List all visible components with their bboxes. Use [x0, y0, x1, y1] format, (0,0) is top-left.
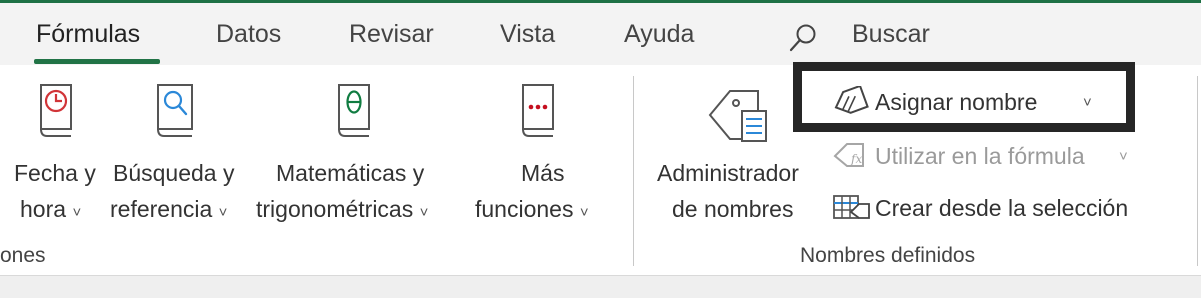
math-trig-line2: trigonométricas ˅: [256, 196, 429, 222]
math-trig-line1: Matemáticas y: [276, 160, 425, 186]
defined-names-group-label: Nombres definidos: [800, 244, 976, 267]
ribbon-bottom-edge: [0, 275, 1201, 298]
name-manager-icon: [706, 83, 772, 149]
grid-tag-icon: [831, 192, 871, 224]
lookup-reference-line2: referencia ˅: [110, 196, 228, 222]
magnifier-book-icon: [155, 83, 195, 139]
active-tab-indicator: [34, 59, 160, 64]
search-icon[interactable]: [786, 21, 820, 55]
use-in-formula-label: Utilizar en la fórmula: [875, 143, 1085, 169]
lookup-reference-line1: Búsqueda y: [113, 160, 235, 186]
chevron-down-icon: ˅: [419, 204, 429, 221]
function-library-group-label: ones: [0, 244, 46, 267]
clock-book-icon: [38, 83, 74, 139]
tab-formulas[interactable]: Fórmulas: [36, 20, 140, 49]
more-functions-line2: funciones ˅: [475, 196, 589, 222]
highlight-box: [793, 62, 1135, 132]
fx-tag-icon: fx: [831, 140, 871, 172]
chevron-down-icon: ˅: [1119, 148, 1128, 165]
group-separator: [633, 76, 634, 266]
group-separator: [1197, 76, 1198, 266]
theta-book-icon: [336, 83, 372, 139]
more-functions-line1: Más: [521, 160, 565, 186]
name-manager-line1: Administrador: [657, 160, 799, 186]
date-time-line1: Fecha y: [14, 160, 96, 186]
tab-view[interactable]: Vista: [500, 20, 555, 49]
tab-review[interactable]: Revisar: [349, 20, 434, 49]
date-time-line2: hora ˅: [20, 196, 82, 222]
tab-help[interactable]: Ayuda: [624, 20, 694, 49]
name-manager-line2: de nombres: [672, 196, 794, 222]
chevron-down-icon: ˅: [579, 204, 589, 221]
search-box[interactable]: Buscar: [852, 20, 930, 49]
ribbon-tab-bar: Fórmulas Datos Revisar Vista Ayuda Busca…: [0, 3, 1201, 65]
create-from-selection-label: Crear desde la selección: [875, 195, 1129, 221]
tab-data[interactable]: Datos: [216, 20, 281, 49]
svg-text:fx: fx: [850, 152, 862, 166]
chevron-down-icon: ˅: [72, 204, 82, 221]
more-dots-book-icon: [520, 83, 556, 139]
chevron-down-icon: ˅: [218, 204, 228, 221]
